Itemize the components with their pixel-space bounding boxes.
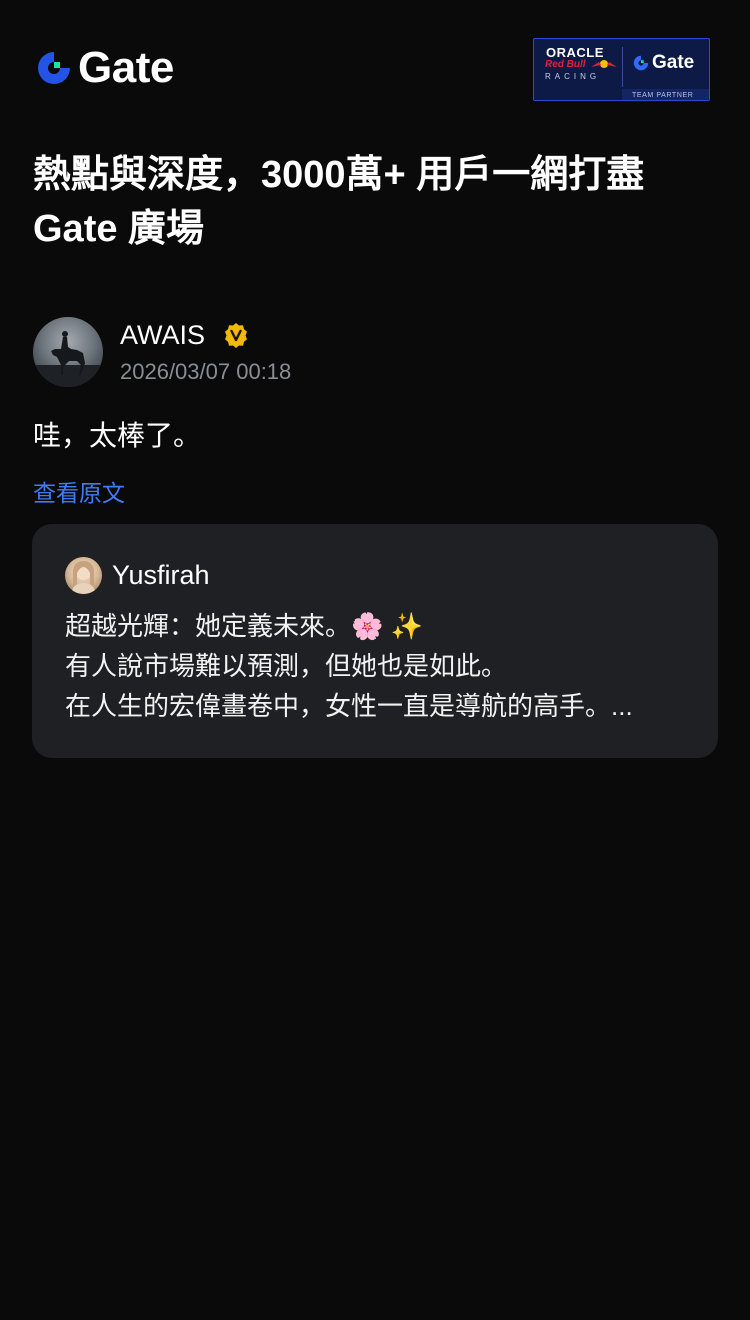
horse-rider-image — [33, 331, 103, 387]
team-partner-badge[interactable]: ORACLE Red Bull RACING Gate TEAM PARTNER — [533, 38, 710, 101]
gate-logo[interactable]: Gate — [34, 43, 174, 92]
quote-author-image — [71, 561, 96, 594]
team-partner-text: TEAM PARTNER — [632, 92, 694, 99]
redbull-text: Red Bull — [545, 59, 586, 70]
headline-line-2: Gate 廣場 — [33, 208, 205, 250]
quoted-post-card[interactable]: Yusfirah 超越光輝：她定義未來。🌸 ✨ 有人說市場難以預測，但她也是如此… — [32, 524, 718, 758]
quote-author-name[interactable]: Yusfirah — [112, 560, 210, 591]
header: Gate ORACLE Red Bull RACING Gate TEAM PA… — [0, 0, 750, 120]
page-headline: 熱點與深度，3000萬+ 用戶一網打盡 Gate 廣場 — [33, 148, 723, 256]
quote-line: 超越光輝：她定義未來。🌸 ✨ — [65, 611, 423, 641]
page: Gate ORACLE Red Bull RACING Gate TEAM PA… — [0, 0, 750, 1320]
gate-logo-icon — [38, 52, 70, 84]
author-avatar[interactable] — [33, 317, 103, 387]
badge-gate-logo: Gate — [632, 52, 694, 74]
quote-line: 有人說市場難以預測，但她也是如此。 — [65, 651, 508, 681]
racing-text: RACING — [545, 72, 601, 81]
view-original-link[interactable]: 查看原文 — [33, 474, 125, 508]
bulls-icon — [591, 60, 617, 68]
post-timestamp: 2026/03/07 00:18 — [120, 359, 292, 384]
quote-body: 超越光輝：她定義未來。🌸 ✨ 有人說市場難以預測，但她也是如此。 在人生的宏偉畫… — [65, 606, 695, 726]
gate-small-icon — [633, 55, 649, 71]
brand-name: Gate — [78, 43, 174, 92]
author-name[interactable]: AWAIS — [120, 320, 205, 351]
verified-badge-icon — [225, 323, 247, 348]
headline-line-1: 熱點與深度，3000萬+ 用戶一網打盡 — [33, 154, 645, 196]
badge-gate-text: Gate — [652, 52, 695, 73]
oracle-text: ORACLE — [546, 45, 604, 60]
quote-line: 在人生的宏偉畫卷中，女性一直是導航的高手。... — [65, 691, 633, 721]
quote-author-avatar[interactable] — [65, 557, 102, 594]
badge-divider — [622, 47, 623, 87]
post-text: 哇，太棒了。 — [33, 420, 202, 451]
